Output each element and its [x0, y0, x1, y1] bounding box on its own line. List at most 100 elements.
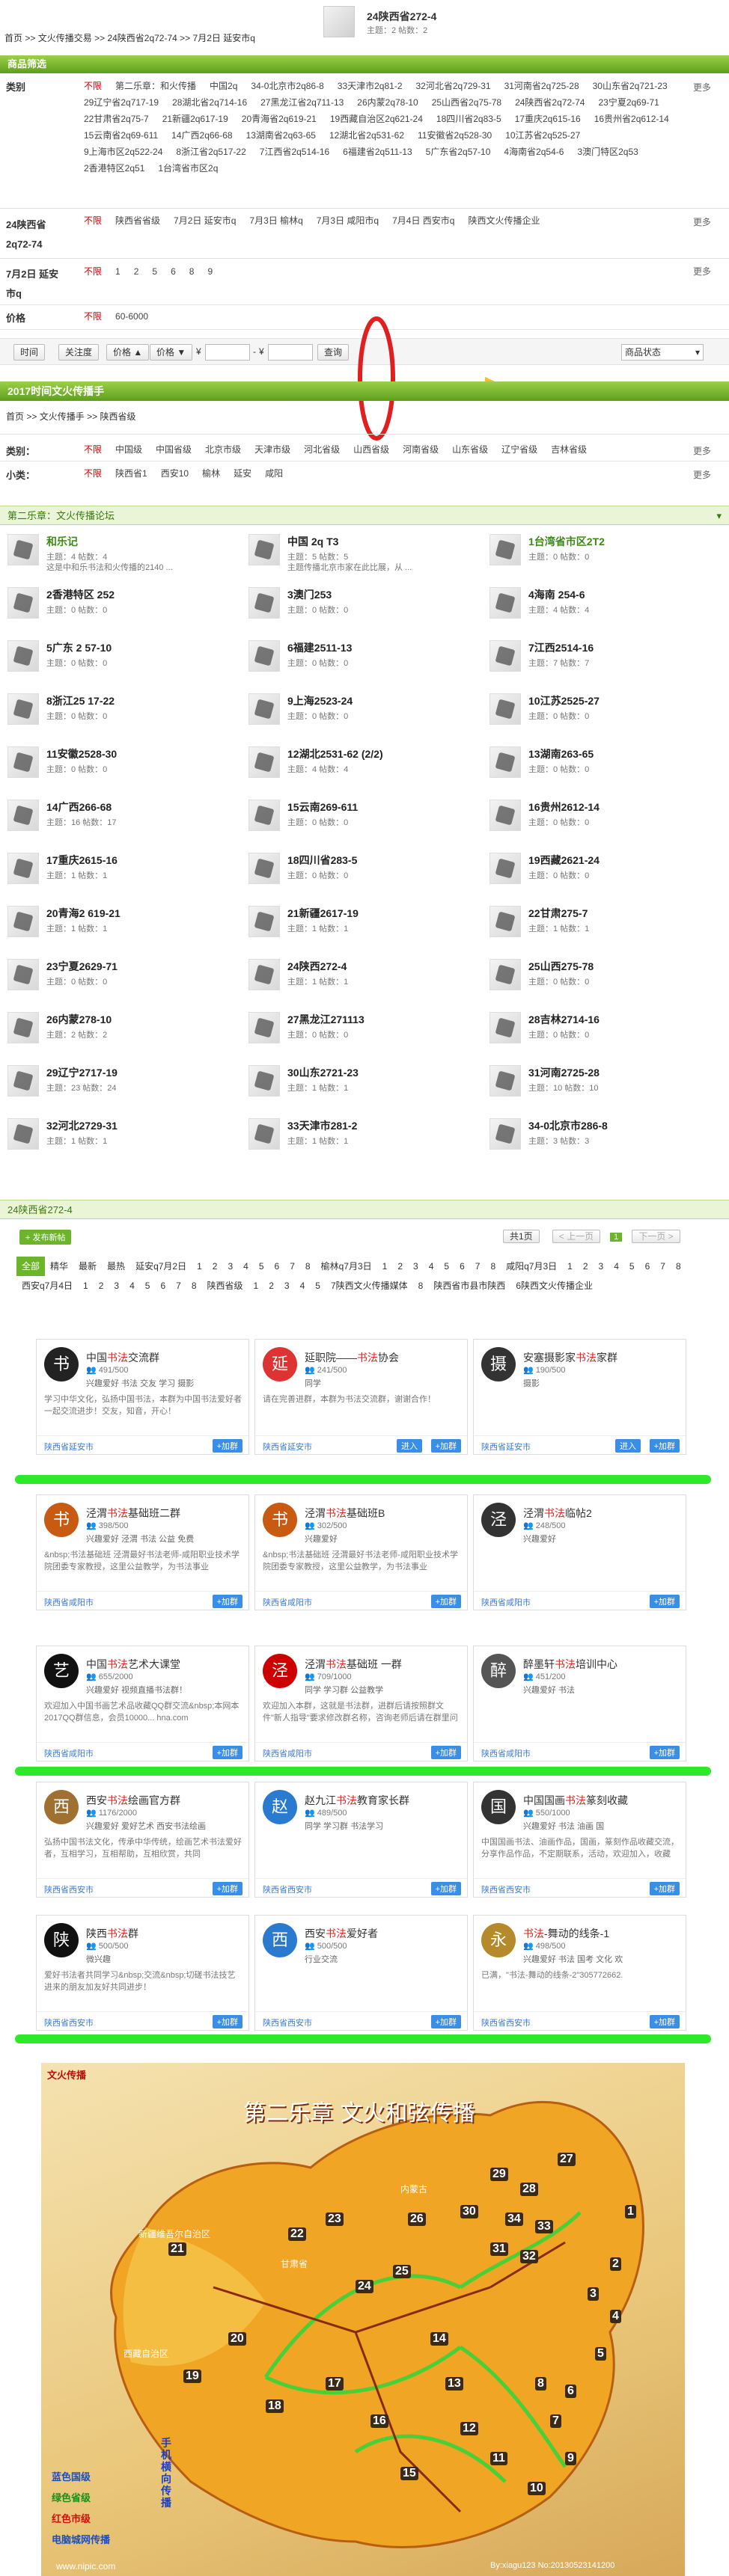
group-title[interactable]: 安塞摄影家书法家群 — [523, 1350, 617, 1365]
forum-item[interactable]: 19西藏2621-24 主题：0 帖数：0 — [482, 847, 722, 890]
forum-name[interactable]: 17重庆2615-16 — [46, 853, 118, 868]
forum-name[interactable]: 29辽宁2717-19 — [46, 1065, 118, 1080]
forum-item[interactable]: 26内蒙278-10 主题：2 帖数：2 — [0, 1006, 240, 1049]
forum-item[interactable]: 1台湾省市区2T2 主题：0 帖数：0 — [482, 528, 722, 571]
forum-name[interactable]: 33天津市281-2 — [287, 1118, 357, 1133]
group-join-button[interactable]: +加群 — [649, 1595, 680, 1608]
thread-tab[interactable]: 5 — [624, 1257, 640, 1276]
forum-item[interactable]: 8浙江25 17-22 主题：0 帖数：0 — [0, 687, 240, 731]
filter-option[interactable]: 19西藏自治区2q621-24 — [330, 111, 423, 127]
group-title[interactable]: 中国书法交流群 — [86, 1350, 159, 1365]
thread-tab[interactable]: 4 — [424, 1257, 439, 1276]
forum-item[interactable]: 15云南269-611 主题：0 帖数：0 — [241, 794, 481, 837]
thread-tab[interactable]: 陕西省级 — [202, 1276, 248, 1295]
breadcrumb-shaanxi[interactable]: 24陕西省2q72-74 — [107, 33, 177, 43]
filter-option[interactable]: 14广西2q66-68 — [171, 127, 232, 144]
price-min-input[interactable] — [205, 344, 250, 361]
forum-name[interactable]: 6福建2511-13 — [287, 640, 352, 655]
filter-option[interactable]: 17重庆2q615-16 — [515, 111, 581, 127]
forum-name[interactable]: 7江西2514-16 — [528, 640, 594, 655]
group-join-button[interactable]: +加群 — [212, 2015, 243, 2028]
forum-item[interactable]: 27黑龙江271113 主题：0 帖数：0 — [241, 1006, 481, 1049]
forum-name[interactable]: 5广东 2 57-10 — [46, 640, 112, 655]
filter-more-category[interactable]: 更多 — [693, 81, 711, 93]
pager-next-button[interactable]: 下一页 > — [632, 1230, 680, 1243]
filter-option[interactable]: 6 — [171, 263, 176, 280]
forum-name[interactable]: 2香港特区 252 — [46, 587, 115, 602]
forum-name[interactable]: 4海南 254-6 — [528, 587, 585, 602]
category-crumb-home[interactable]: 首页 — [6, 411, 24, 422]
filter-option[interactable]: 不限 — [84, 308, 102, 325]
pager-prev-button[interactable]: < 上一页 — [552, 1230, 601, 1243]
filter-option[interactable]: 9 — [207, 263, 213, 280]
filter-option[interactable]: 5广东省2q57-10 — [426, 144, 491, 160]
forum-item[interactable]: 21新疆2617-19 主题：1 帖数：1 — [241, 900, 481, 943]
forum-name[interactable]: 16贵州2612-14 — [528, 800, 600, 815]
filter-option[interactable]: 2香港特区2q51 — [84, 160, 144, 177]
filter-more-number[interactable]: 更多 — [693, 265, 711, 277]
group-join-button[interactable]: +加群 — [649, 1882, 680, 1895]
forum-name[interactable]: 11安徽2528-30 — [46, 746, 117, 761]
filter-option[interactable]: 2 — [134, 263, 139, 280]
thread-tab[interactable]: 1 — [248, 1276, 264, 1295]
forum-name[interactable]: 3澳门253 — [287, 587, 332, 602]
forum-item[interactable]: 20青海2 619-21 主题：1 帖数：1 — [0, 900, 240, 943]
sort-follow-button[interactable]: 关注度 — [58, 344, 100, 361]
forum-item[interactable]: 和乐记 主题：4 帖数：4 这是中和乐书法和火传播的2140 ... — [0, 528, 240, 572]
thread-tab[interactable]: 7 — [470, 1257, 486, 1276]
thread-tab[interactable]: 最热 — [102, 1257, 130, 1276]
filter-option[interactable]: 4海南省2q54-6 — [504, 144, 564, 160]
group-title[interactable]: 赵九江书法教育家长群 — [305, 1793, 409, 1808]
group-join-button[interactable]: +加群 — [649, 1746, 680, 1759]
category-option[interactable]: 榆林 — [202, 465, 220, 482]
filter-option[interactable]: 不限 — [84, 212, 102, 229]
category-option[interactable]: 山西省级 — [353, 441, 389, 458]
filter-option[interactable]: 7江西省2q514-16 — [260, 144, 329, 160]
category-option[interactable]: 中国省级 — [156, 441, 192, 458]
filter-option[interactable]: 28湖北省2q714-16 — [172, 94, 247, 111]
category-option[interactable]: 河南省级 — [403, 441, 439, 458]
filter-option[interactable]: 26内蒙2q78-10 — [357, 94, 418, 111]
group-title[interactable]: 醉墨轩书法培训中心 — [523, 1657, 617, 1672]
filter-option[interactable]: 24陕西省2q72-74 — [515, 94, 585, 111]
breadcrumb-yanan[interactable]: 7月2日 延安市q — [193, 33, 255, 43]
forum-item[interactable]: 11安徽2528-30 主题：0 帖数：0 — [0, 740, 240, 784]
forum-name[interactable]: 20青海2 619-21 — [46, 906, 121, 921]
forum-item[interactable]: 16贵州2612-14 主题：0 帖数：0 — [482, 794, 722, 837]
category-option[interactable]: 辽宁省级 — [501, 441, 537, 458]
thread-tab[interactable]: 3 — [594, 1257, 609, 1276]
filter-option[interactable]: 25山西省2q75-78 — [432, 94, 501, 111]
filter-option[interactable]: 5 — [152, 263, 157, 280]
filter-option[interactable]: 21新疆2q617-19 — [162, 111, 228, 127]
group-enter-button[interactable]: 进入 — [615, 1439, 641, 1453]
filter-option[interactable]: 陕西文火传播企业 — [468, 212, 540, 229]
thread-tab[interactable]: 全部 — [16, 1257, 46, 1276]
thread-tab[interactable]: 6 — [454, 1257, 470, 1276]
forum-item[interactable]: 30山东2721-23 主题：1 帖数：1 — [241, 1059, 481, 1103]
filter-option[interactable]: 8 — [189, 263, 195, 280]
category-option[interactable]: 天津市级 — [254, 441, 290, 458]
thread-tab[interactable]: 5 — [439, 1257, 454, 1276]
collapse-icon[interactable]: ▾ — [716, 506, 722, 526]
thread-tab[interactable]: 2 — [263, 1276, 279, 1295]
filter-option[interactable]: 不限 — [84, 78, 102, 94]
sort-price-asc-button[interactable]: 价格 ▲ — [106, 344, 150, 361]
filter-option[interactable]: 7月2日 延安市q — [174, 212, 236, 229]
forum-name[interactable]: 25山西275-78 — [528, 959, 594, 974]
thread-tab[interactable]: 6 — [155, 1276, 171, 1295]
forum-name[interactable]: 中国 2q T3 — [287, 534, 338, 549]
category-option[interactable]: 延安 — [234, 465, 251, 482]
thread-tab[interactable]: 1 — [377, 1257, 393, 1276]
group-title[interactable]: 陕西书法群 — [86, 1926, 138, 1941]
thread-tab[interactable]: 延安q7月2日 — [130, 1257, 192, 1276]
thread-tab[interactable]: 4 — [608, 1257, 624, 1276]
price-max-input[interactable] — [268, 344, 313, 361]
thread-tab[interactable]: 7 — [171, 1276, 186, 1295]
group-join-button[interactable]: +加群 — [430, 1595, 461, 1608]
filter-option[interactable]: 8浙江省2q517-22 — [176, 144, 245, 160]
forum-item[interactable]: 29辽宁2717-19 主题：23 帖数：24 — [0, 1059, 240, 1103]
forum-item[interactable]: 9上海2523-24 主题：0 帖数：0 — [241, 687, 481, 731]
group-join-button[interactable]: +加群 — [430, 1439, 461, 1453]
thread-tab[interactable]: 2 — [94, 1276, 109, 1295]
filter-option[interactable]: 1台湾省市区2q — [158, 160, 218, 177]
